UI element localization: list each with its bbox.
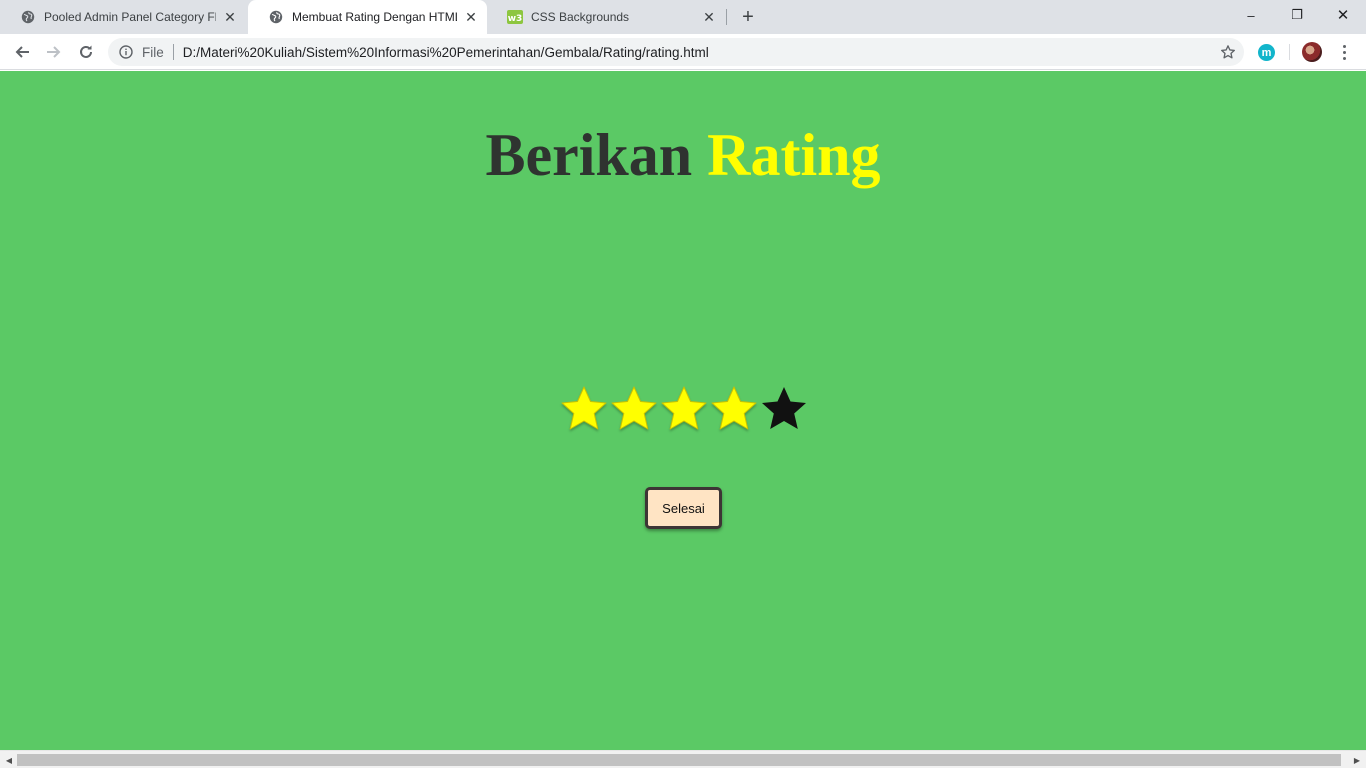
star-empty-icon[interactable] bbox=[759, 383, 809, 435]
bookmark-star-icon[interactable] bbox=[1220, 44, 1236, 60]
tab-title: CSS Backgrounds bbox=[531, 10, 630, 24]
star-filled-icon[interactable] bbox=[659, 383, 709, 435]
address-bar[interactable]: File D:/Materi%20Kuliah/Sistem%20Informa… bbox=[108, 38, 1244, 66]
page-title: Berikan Rating bbox=[0, 119, 1366, 191]
scroll-left-icon[interactable]: ◀ bbox=[2, 753, 16, 767]
tab-separator bbox=[726, 9, 727, 25]
svg-text:w3: w3 bbox=[508, 14, 523, 24]
selesai-button[interactable]: Selesai bbox=[645, 487, 722, 529]
url-text[interactable]: D:/Materi%20Kuliah/Sistem%20Informasi%20… bbox=[183, 45, 709, 60]
star-rating bbox=[559, 383, 811, 435]
minimize-button[interactable]: – bbox=[1228, 0, 1274, 30]
toolbar-separator bbox=[1289, 44, 1290, 60]
address-divider bbox=[172, 44, 174, 60]
tab-css-backgrounds[interactable]: w3 CSS Backgrounds ✕ bbox=[487, 0, 725, 34]
forward-button[interactable] bbox=[40, 38, 68, 66]
tab-title: Pooled Admin Panel Category Fla bbox=[44, 10, 216, 24]
star-filled-icon[interactable] bbox=[709, 383, 759, 435]
profile-avatar[interactable] bbox=[1302, 42, 1322, 62]
scroll-right-icon[interactable]: ▶ bbox=[1350, 753, 1364, 767]
scheme-label: File bbox=[142, 44, 164, 60]
globe-icon bbox=[20, 9, 36, 25]
scrollbar-thumb[interactable] bbox=[17, 754, 1341, 766]
back-arrow-icon bbox=[15, 46, 29, 58]
close-window-button[interactable]: ✕ bbox=[1320, 0, 1366, 30]
restore-button[interactable]: ❐ bbox=[1274, 0, 1320, 30]
close-tab-icon[interactable]: ✕ bbox=[701, 9, 717, 25]
reload-button[interactable] bbox=[72, 38, 100, 66]
tab-strip: Pooled Admin Panel Category Fla ✕ Membua… bbox=[0, 0, 1366, 34]
tab-membuat-rating[interactable]: Membuat Rating Dengan HTML C ✕ bbox=[248, 0, 487, 34]
title-word-berikan: Berikan bbox=[485, 122, 693, 188]
title-word-rating: Rating bbox=[707, 122, 881, 188]
tab-pooled-admin[interactable]: Pooled Admin Panel Category Fla ✕ bbox=[0, 0, 246, 34]
reload-icon bbox=[80, 45, 92, 58]
close-tab-icon[interactable]: ✕ bbox=[463, 9, 479, 25]
star-filled-icon[interactable] bbox=[609, 383, 659, 435]
extension-m-icon[interactable]: m bbox=[1258, 44, 1275, 61]
browser-toolbar: File D:/Materi%20Kuliah/Sistem%20Informa… bbox=[0, 34, 1366, 70]
w3schools-icon: w3 bbox=[507, 9, 523, 25]
forward-arrow-icon bbox=[47, 46, 61, 58]
new-tab-button[interactable]: + bbox=[736, 5, 760, 29]
browser-menu-icon[interactable] bbox=[1334, 41, 1354, 63]
star-filled-icon[interactable] bbox=[559, 383, 609, 435]
info-icon[interactable] bbox=[118, 44, 134, 60]
page-viewport: Berikan Rating Selesai bbox=[0, 71, 1366, 750]
globe-icon bbox=[268, 9, 284, 25]
close-tab-icon[interactable]: ✕ bbox=[222, 9, 238, 25]
tab-title: Membuat Rating Dengan HTML C bbox=[292, 10, 457, 24]
back-button[interactable] bbox=[8, 38, 36, 66]
horizontal-scrollbar[interactable]: ◀ ▶ bbox=[0, 750, 1366, 768]
